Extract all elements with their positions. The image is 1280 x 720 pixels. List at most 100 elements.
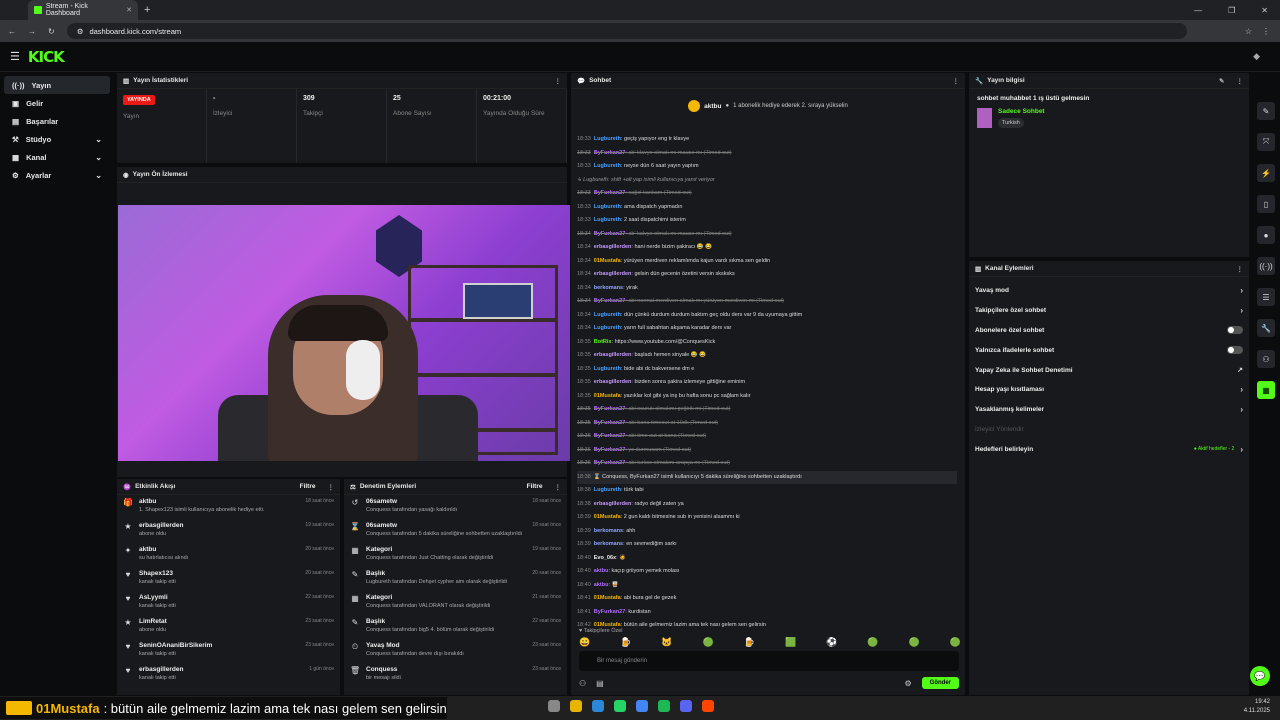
new-tab-icon[interactable]: + <box>144 4 150 16</box>
chat-message[interactable]: 18:33 Lugbureth: geçiş yapıyor eng tr kla… <box>577 133 957 147</box>
action-followers-only[interactable]: Takipçilere özel sohbet › <box>969 301 1249 321</box>
more-options-icon[interactable]: ⋮ <box>555 483 562 491</box>
stream-video[interactable] <box>118 205 570 461</box>
action-banned-words[interactable]: Yasaklanmış kelimeler › <box>969 400 1249 420</box>
chat-message[interactable]: 18:34 01Mustafa: yürüyen merdiven reklaml… <box>577 255 957 269</box>
spotify-icon[interactable] <box>658 700 670 712</box>
chat-username[interactable]: aktbu <box>594 568 609 574</box>
chat-message[interactable]: 18:35 erbasgillerden: başladı hemen sinya… <box>577 349 957 363</box>
chat-username[interactable]: erbasgillerden <box>594 271 632 277</box>
document-icon[interactable]: ▯ <box>1257 195 1275 213</box>
chat-username[interactable]: berkomans <box>594 285 623 291</box>
edit-icon[interactable]: ✎ <box>1219 77 1224 85</box>
chat-message[interactable]: 18:38 ⌛ Conquess, ByFurkan27 isimli kulla… <box>577 470 957 484</box>
list-icon[interactable]: ☰ <box>1257 288 1275 306</box>
more-options-icon[interactable]: ⋮ <box>1237 265 1244 273</box>
emote-icon[interactable]: 🐱 <box>661 637 672 648</box>
chat-message[interactable]: 18:41 01Mustafa: abi bura gel de gezek <box>577 592 957 606</box>
chat-message[interactable]: 18:40 Evo_06x: 🧔 <box>577 552 957 566</box>
emote-icon[interactable]: ⚽ <box>826 637 837 648</box>
more-options-icon[interactable]: ⋮ <box>1237 77 1244 85</box>
list-item[interactable]: ♥ erbasgillerden kanalı takip etti 1 gün ön… <box>117 663 340 687</box>
discord-icon[interactable] <box>680 700 692 712</box>
chat-message[interactable]: 18:33 Lugbureth: 2 saat dispatchimi ister… <box>577 214 957 228</box>
emote-icon[interactable]: 🟩 <box>785 637 796 648</box>
menu-dots-icon[interactable]: ⋮ <box>1262 27 1270 36</box>
chat-message[interactable]: 18:39 berkomans: en sevmediğim sarkı <box>577 538 957 552</box>
list-item[interactable]: ★ erbasgillerden abone oldu 19 saat önce <box>117 519 340 543</box>
chat-message[interactable]: 18:39 01Mustafa: 2 gun kaldı bitmesine su… <box>577 511 957 525</box>
sidebar-item-kanal[interactable]: ▦ Kanal ⌄ <box>4 148 110 166</box>
more-options-icon[interactable]: ⋮ <box>555 77 562 85</box>
back-icon[interactable]: ← <box>8 27 16 36</box>
chat-message[interactable]: ↳ Lugbureth: shift +alt yap isimli kulla… <box>577 174 957 188</box>
chat-message[interactable]: 18:35 01Mustafa: yazıklar kol gibi ya inş… <box>577 390 957 404</box>
close-window-icon[interactable]: ✕ <box>1261 6 1268 15</box>
list-item[interactable]: ♥ AsLyymli kanalı takip etti 22 saat önce <box>117 591 340 615</box>
list-item[interactable]: 🎁 aktbu 1. Shapex123 isimli kullanıcıya ab… <box>117 495 340 519</box>
chat-message[interactable]: 18:33 ByFurkan27: sağol kankam (Timed out… <box>577 187 957 201</box>
edge-icon[interactable] <box>592 700 604 712</box>
chat-message[interactable]: 18:34 ByFurkan27: ab' kalvye olmak mı mau… <box>577 228 957 242</box>
whatsapp-icon[interactable] <box>614 700 626 712</box>
edit-layout-icon[interactable]: ✎ <box>1257 102 1275 120</box>
address-bar[interactable]: ⚙ dashboard.kick.com/stream <box>66 23 1187 39</box>
chat-message[interactable]: 18:42 01Mustafa: bütün aile gelmemiz lazi… <box>577 619 957 633</box>
minimize-icon[interactable]: — <box>1194 6 1202 15</box>
more-options-icon[interactable]: ⋮ <box>953 77 960 85</box>
kick-logo[interactable]: KICK <box>28 48 65 66</box>
folder-icon[interactable] <box>570 700 582 712</box>
chat-username[interactable]: Lugbureth <box>594 217 621 223</box>
emote-icon[interactable]: 🟢 <box>909 637 920 648</box>
category-name[interactable]: Sadece Sohbet <box>998 108 1045 115</box>
sidebar-item-studyo[interactable]: ⚒ Stüdyo ⌄ <box>4 130 110 148</box>
forward-icon[interactable]: → <box>28 27 36 36</box>
emote-icon[interactable]: 🍺 <box>620 637 631 648</box>
chat-username[interactable]: ByFurkan27 <box>594 433 626 439</box>
list-item[interactable]: ♥ Shapex123 kanalı takip etti 20 saat önce <box>117 567 340 591</box>
chat-username[interactable]: Lugbureth <box>594 136 621 142</box>
chat-username[interactable]: berkomans <box>594 528 623 534</box>
chat-username[interactable]: ByFurkan27 <box>594 420 626 426</box>
chat-username[interactable]: Lugbureth <box>594 487 621 493</box>
subscribers-only-toggle[interactable] <box>1227 326 1243 335</box>
chat-username[interactable]: berkomans <box>594 541 623 547</box>
chat-username[interactable]: ByFurkan27 <box>594 298 626 304</box>
site-info-icon[interactable]: ⚙ <box>77 27 84 36</box>
emote-icon[interactable]: 😀 <box>579 637 590 648</box>
action-slow-mode[interactable]: Yavaş mod › <box>969 281 1249 301</box>
list-item[interactable]: ✎ Başlık Lugbureth tarafından Dehşet cyphe… <box>344 567 567 591</box>
chat-username[interactable]: Lugbureth <box>594 163 621 169</box>
chat-message[interactable]: 18:35 erbasgillerden: bizden sonra şakira… <box>577 376 957 390</box>
chat-username[interactable]: ByFurkan27 <box>594 460 626 466</box>
lightning-icon[interactable]: ⚡ <box>1257 164 1275 182</box>
chat-username[interactable]: 01Mustafa <box>594 595 621 601</box>
apps-icon[interactable]: ▦ <box>1257 381 1275 399</box>
chat-username[interactable]: 01Mustafa <box>594 514 621 520</box>
chat-username[interactable]: erbasgillerden <box>594 379 632 385</box>
filter-button[interactable]: Filtre <box>527 483 543 490</box>
chat-username[interactable]: erbasgillerden <box>594 352 632 358</box>
system-tray[interactable]: 19:42 4.11.2025 <box>1244 698 1270 716</box>
chat-message[interactable]: 18:33 ByFurkan27: ab' klavye olmak mı mau… <box>577 147 957 161</box>
app-icon[interactable] <box>702 700 714 712</box>
send-button[interactable]: Gönder <box>921 677 959 689</box>
chat-message[interactable]: 18:34 erbasgillerden: gelsin dün gecenin … <box>577 268 957 282</box>
maximize-icon[interactable]: ❐ <box>1228 6 1235 15</box>
chat-message[interactable]: 18:40 aktbu: kaçıp griiyom yemek molası <box>577 565 957 579</box>
chat-message[interactable]: 18:35 Lugbureth: bide abi dc bakversene d… <box>577 363 957 377</box>
sidebar-item-yayin[interactable]: ((·)) Yayın <box>4 76 110 94</box>
users-icon[interactable]: ⚇ <box>579 679 586 688</box>
chat-input[interactable]: Bir mesaj gönderin <box>579 651 959 671</box>
list-item[interactable]: ▦ Kategori Conquess tarafından Just Chatti… <box>344 543 567 567</box>
close-tab-icon[interactable]: ✕ <box>126 6 132 14</box>
emote-icon[interactable]: 🟢 <box>950 637 961 648</box>
reload-icon[interactable]: ↻ <box>48 27 55 36</box>
chat-message[interactable]: 18:34 berkomans: yirak <box>577 282 957 296</box>
chat-username[interactable]: Lugbureth <box>594 312 621 318</box>
help-chat-icon[interactable]: 💬 <box>1250 666 1270 686</box>
expand-icon[interactable]: ⤧ <box>1257 133 1275 151</box>
chat-username[interactable]: Lugbureth <box>594 325 621 331</box>
chat-message[interactable]: 18:34 ByFurkan27: abi normal merdiven olm… <box>577 295 957 309</box>
action-account-age[interactable]: Hesap yaşı kısıtlaması › <box>969 380 1249 400</box>
